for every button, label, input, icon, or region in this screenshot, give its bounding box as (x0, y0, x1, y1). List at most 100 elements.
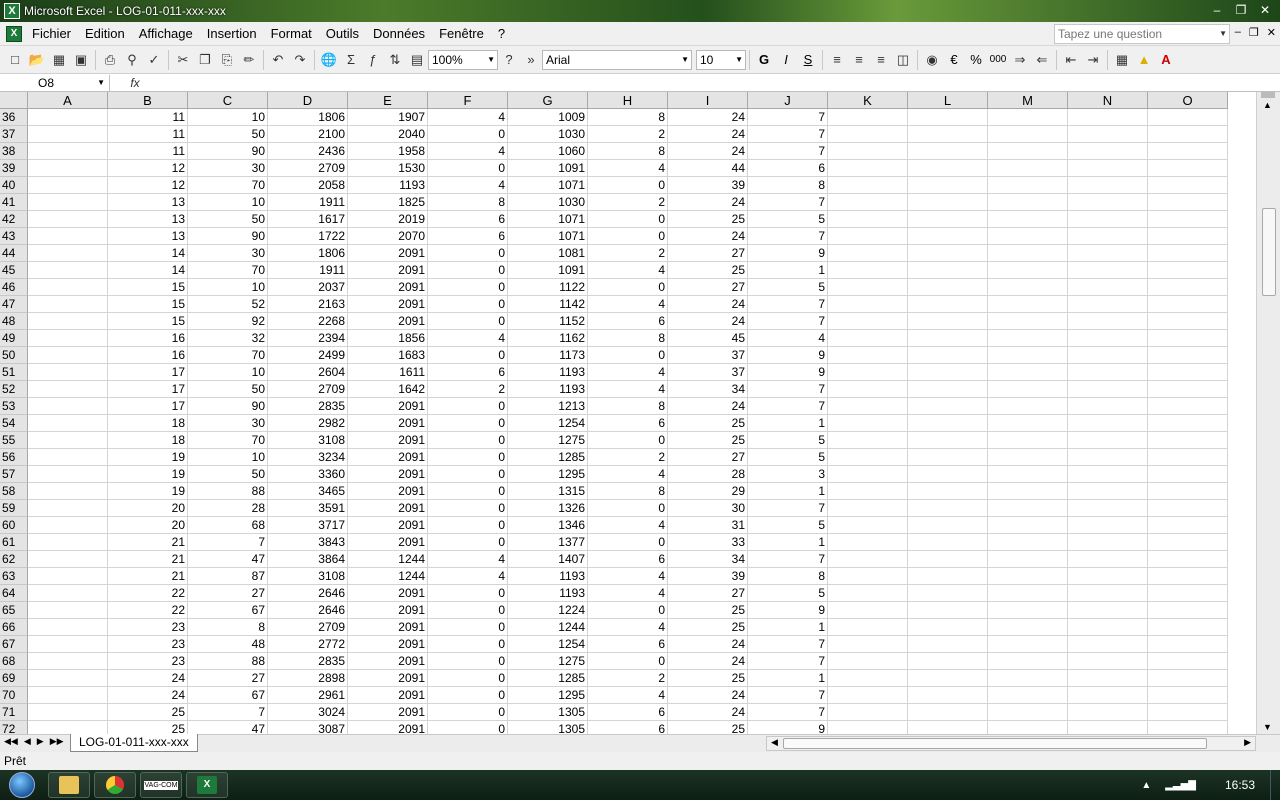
cell-b[interactable]: 11 (108, 143, 188, 160)
cell-n[interactable] (1068, 398, 1148, 415)
cell-j[interactable]: 1 (748, 619, 828, 636)
font-color-icon[interactable]: A (1155, 49, 1177, 71)
row-header[interactable]: 47 (0, 296, 28, 313)
cell-a[interactable] (28, 466, 108, 483)
cell-g[interactable]: 1305 (508, 721, 588, 734)
cell-m[interactable] (988, 194, 1068, 211)
cell-f[interactable]: 0 (428, 466, 508, 483)
cell-n[interactable] (1068, 432, 1148, 449)
cell-i[interactable]: 24 (668, 194, 748, 211)
cell-e[interactable]: 2091 (348, 466, 428, 483)
sort-icon[interactable]: ⇅ (384, 49, 406, 71)
cell-j[interactable]: 7 (748, 109, 828, 126)
minimize-icon[interactable]: – (1206, 1, 1228, 19)
cell-k[interactable] (828, 670, 908, 687)
cell-k[interactable] (828, 177, 908, 194)
cell-l[interactable] (908, 704, 988, 721)
cell-b[interactable]: 15 (108, 313, 188, 330)
column-header-c[interactable]: C (188, 92, 268, 109)
row-header[interactable]: 54 (0, 415, 28, 432)
cell-k[interactable] (828, 653, 908, 670)
cell-n[interactable] (1068, 653, 1148, 670)
cell-d[interactable]: 2394 (268, 330, 348, 347)
cell-c[interactable]: 10 (188, 109, 268, 126)
cell-f[interactable]: 6 (428, 228, 508, 245)
cell-i[interactable]: 24 (668, 296, 748, 313)
cell-f[interactable]: 6 (428, 211, 508, 228)
row-header[interactable]: 52 (0, 381, 28, 398)
cell-f[interactable]: 4 (428, 568, 508, 585)
cell-l[interactable] (908, 432, 988, 449)
cell-i[interactable]: 25 (668, 211, 748, 228)
cell-b[interactable]: 14 (108, 245, 188, 262)
row-header[interactable]: 64 (0, 585, 28, 602)
cell-g[interactable]: 1213 (508, 398, 588, 415)
cell-j[interactable]: 7 (748, 687, 828, 704)
cell-d[interactable]: 2709 (268, 160, 348, 177)
cell-d[interactable]: 2709 (268, 619, 348, 636)
cell-g[interactable]: 1030 (508, 194, 588, 211)
cell-n[interactable] (1068, 160, 1148, 177)
cell-c[interactable]: 27 (188, 670, 268, 687)
cell-i[interactable]: 25 (668, 432, 748, 449)
cell-k[interactable] (828, 347, 908, 364)
cell-n[interactable] (1068, 279, 1148, 296)
cell-k[interactable] (828, 398, 908, 415)
cell-m[interactable] (988, 670, 1068, 687)
cell-i[interactable]: 28 (668, 466, 748, 483)
cell-k[interactable] (828, 245, 908, 262)
cell-m[interactable] (988, 721, 1068, 734)
cell-b[interactable]: 23 (108, 619, 188, 636)
cell-l[interactable] (908, 585, 988, 602)
cell-i[interactable]: 24 (668, 653, 748, 670)
cell-g[interactable]: 1091 (508, 160, 588, 177)
cell-k[interactable] (828, 296, 908, 313)
first-sheet-icon[interactable]: ◀◀ (4, 736, 18, 747)
clock[interactable]: 16:53 (1210, 778, 1270, 792)
redo-icon[interactable]: ↷ (289, 49, 311, 71)
cell-d[interactable]: 2604 (268, 364, 348, 381)
cell-n[interactable] (1068, 415, 1148, 432)
cell-n[interactable] (1068, 500, 1148, 517)
cell-n[interactable] (1068, 466, 1148, 483)
cell-o[interactable] (1148, 704, 1228, 721)
cell-n[interactable] (1068, 687, 1148, 704)
cell-g[interactable]: 1009 (508, 109, 588, 126)
cell-o[interactable] (1148, 381, 1228, 398)
cell-c[interactable]: 10 (188, 279, 268, 296)
thousands-button[interactable]: 000 (987, 49, 1009, 71)
cell-j[interactable]: 7 (748, 143, 828, 160)
cell-j[interactable]: 7 (748, 126, 828, 143)
cell-i[interactable]: 25 (668, 670, 748, 687)
decrease-indent-icon[interactable]: ⇤ (1060, 49, 1082, 71)
close-icon[interactable]: ✕ (1254, 1, 1276, 19)
cell-l[interactable] (908, 534, 988, 551)
cell-e[interactable]: 2091 (348, 483, 428, 500)
cell-c[interactable]: 8 (188, 619, 268, 636)
cell-i[interactable]: 24 (668, 398, 748, 415)
cell-b[interactable]: 13 (108, 194, 188, 211)
cell-j[interactable]: 7 (748, 381, 828, 398)
cell-h[interactable]: 4 (588, 296, 668, 313)
cell-a[interactable] (28, 245, 108, 262)
cell-j[interactable]: 7 (748, 194, 828, 211)
cell-k[interactable] (828, 534, 908, 551)
cell-f[interactable]: 0 (428, 517, 508, 534)
cell-l[interactable] (908, 313, 988, 330)
cell-i[interactable]: 25 (668, 415, 748, 432)
cell-c[interactable]: 67 (188, 602, 268, 619)
row-header[interactable]: 62 (0, 551, 28, 568)
cell-c[interactable]: 87 (188, 568, 268, 585)
merge-center-icon[interactable]: ◫ (892, 49, 914, 71)
row-header[interactable]: 38 (0, 143, 28, 160)
cell-c[interactable]: 92 (188, 313, 268, 330)
cell-g[interactable]: 1142 (508, 296, 588, 313)
font-name-select[interactable]: Arial ▼ (542, 49, 692, 70)
cell-m[interactable] (988, 245, 1068, 262)
cell-h[interactable]: 6 (588, 551, 668, 568)
cell-d[interactable]: 3864 (268, 551, 348, 568)
cell-f[interactable]: 0 (428, 313, 508, 330)
cell-l[interactable] (908, 347, 988, 364)
row-header[interactable]: 50 (0, 347, 28, 364)
cell-j[interactable]: 8 (748, 568, 828, 585)
